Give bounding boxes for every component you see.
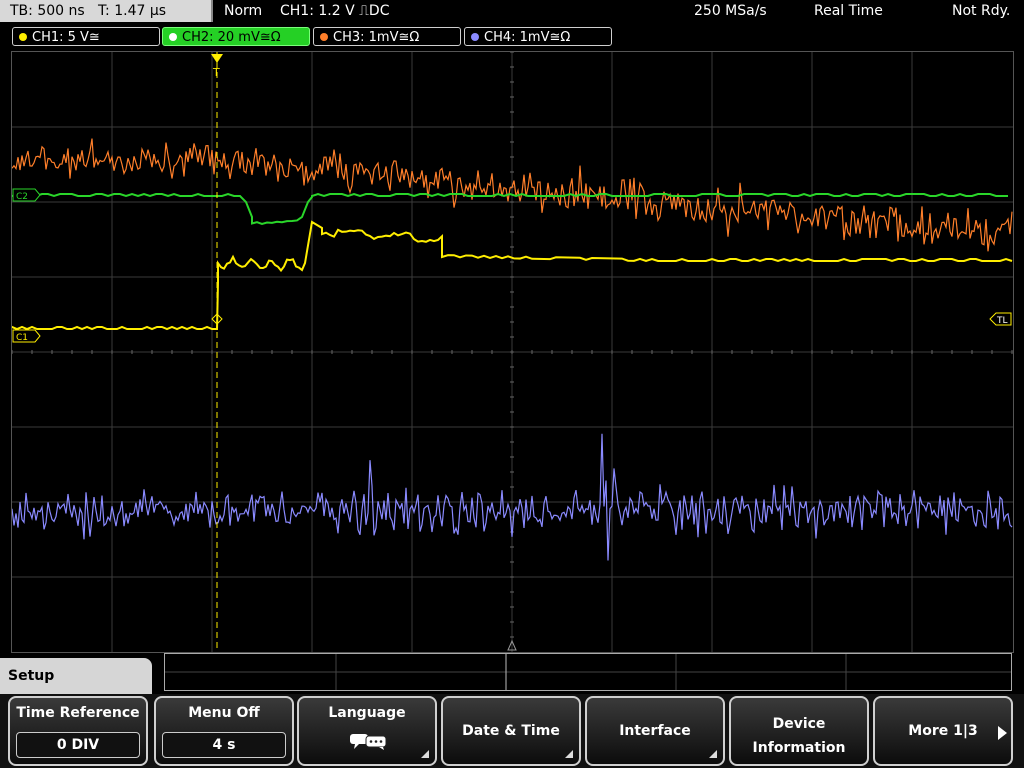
trigger-mode[interactable]: Norm xyxy=(224,0,262,22)
channel-tab-ch2[interactable]: CH2: 20 mV≅Ω xyxy=(162,27,310,46)
time-reference-value: 0 DIV xyxy=(16,732,140,758)
interface-button[interactable]: Interface xyxy=(585,696,725,766)
svg-text:TL: TL xyxy=(996,316,1008,326)
ch1-offset-marker[interactable]: C1 xyxy=(12,329,41,343)
more-button[interactable]: More 1|3 xyxy=(873,696,1013,766)
menu-off-value: 4 s xyxy=(162,732,286,758)
language-button[interactable]: Language xyxy=(297,696,437,766)
channel-tab-ch4[interactable]: CH4: 1mV≅Ω xyxy=(464,27,612,46)
date-time-label: Date & Time xyxy=(462,723,560,739)
channel-tab-ch3[interactable]: CH3: 1mV≅Ω xyxy=(313,27,461,46)
speech-bubbles-icon xyxy=(350,734,387,750)
trigger-t-marker: T xyxy=(212,66,220,79)
ch1-label: CH1: 5 V≅ xyxy=(32,30,100,45)
menu-off-label: Menu Off xyxy=(188,705,260,721)
ch3-dot-icon xyxy=(320,33,328,41)
trigger-position-icon xyxy=(211,54,223,63)
submenu-indicator-icon xyxy=(709,750,717,758)
overview-strip xyxy=(164,653,1012,691)
language-label: Language xyxy=(328,705,406,721)
interface-label: Interface xyxy=(619,723,691,739)
menu-title: Setup xyxy=(0,658,152,698)
timebase-value: TB: 500 ns xyxy=(10,3,85,19)
date-time-button[interactable]: Date & Time xyxy=(441,696,581,766)
submenu-indicator-icon xyxy=(421,750,429,758)
time-reference-label: Time Reference xyxy=(16,705,140,721)
timebase-box[interactable]: TB: 500 ns T: 1.47 µs xyxy=(0,0,213,22)
channel-bar: CH1: 5 V≅ CH2: 20 mV≅Ω CH3: 1mV≅Ω CH4: 1… xyxy=(0,26,1024,48)
ch2-dot-icon xyxy=(169,33,177,41)
arrow-right-icon xyxy=(998,726,1007,740)
sample-rate: 250 MSa/s xyxy=(694,3,767,19)
ch1-dot-icon xyxy=(19,33,27,41)
device-label-line1: Device xyxy=(772,716,826,732)
trigger-time-value: T: 1.47 µs xyxy=(98,3,167,19)
time-reference-button[interactable]: Time Reference 0 DIV xyxy=(8,696,148,766)
trigger-level-marker[interactable]: TL xyxy=(989,312,1012,326)
ch2-offset-marker[interactable]: C2 xyxy=(12,188,41,202)
device-label-line2: Information xyxy=(752,740,846,756)
ch3-label: CH3: 1mV≅Ω xyxy=(333,30,420,45)
waveform-canvas[interactable]: T C1 C2 TL xyxy=(11,51,1013,652)
ch4-dot-icon xyxy=(471,33,479,41)
ch2-label: CH2: 20 mV≅Ω xyxy=(182,30,281,45)
menu-off-button[interactable]: Menu Off 4 s xyxy=(154,696,294,766)
status-bar: TB: 500 ns T: 1.47 µs Norm CH1: 1.2 V ⎍D… xyxy=(0,0,1024,24)
submenu-indicator-icon xyxy=(565,750,573,758)
acquisition-mode[interactable]: Real Time xyxy=(814,0,883,22)
channel-tab-ch1[interactable]: CH1: 5 V≅ xyxy=(12,27,160,46)
device-information-button[interactable]: Device Information xyxy=(729,696,869,766)
waveform-display[interactable]: T C1 C2 TL xyxy=(11,51,1014,653)
trigger-level[interactable]: CH1: 1.2 V ⎍DC xyxy=(280,0,389,22)
trigger-status: Not Rdy. xyxy=(952,3,1011,19)
svg-text:C1: C1 xyxy=(16,333,28,343)
ch4-label: CH4: 1mV≅Ω xyxy=(484,30,571,45)
svg-text:C2: C2 xyxy=(16,192,28,202)
more-label: More 1|3 xyxy=(908,723,978,739)
